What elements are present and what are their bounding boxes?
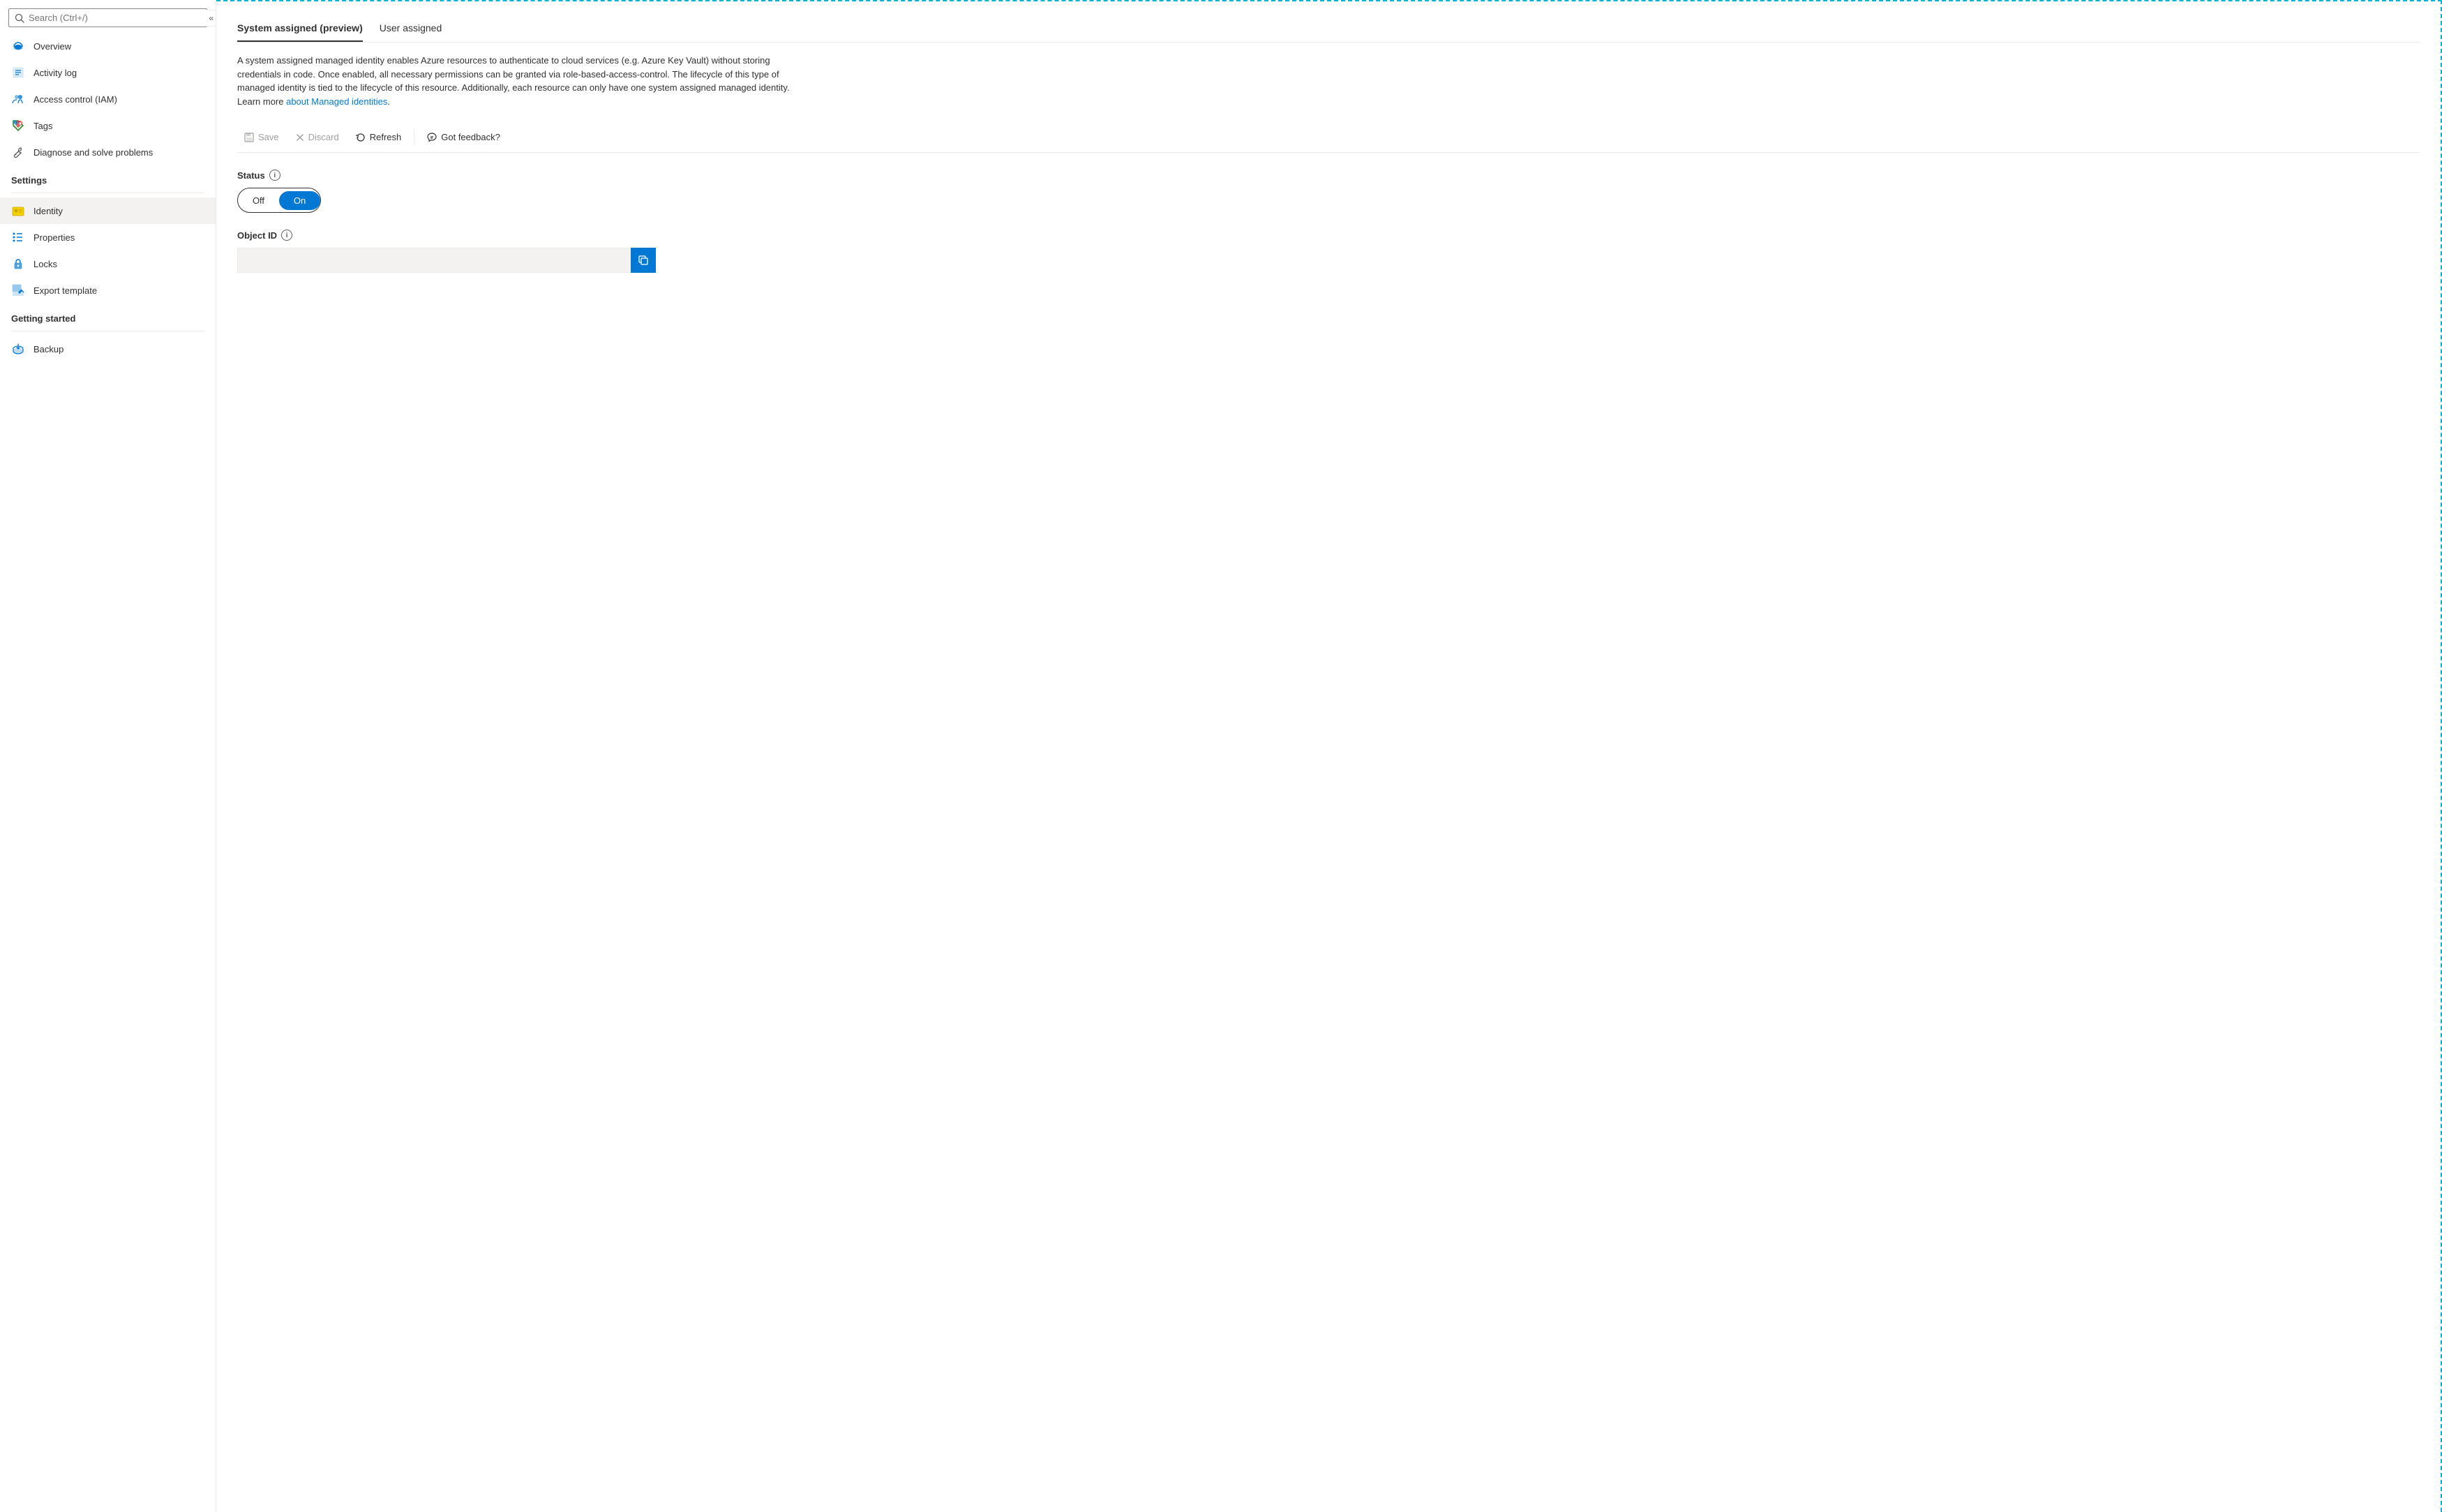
wrench-icon [11,145,25,159]
search-input[interactable] [29,13,201,23]
identity-icon [11,204,25,218]
discard-button[interactable]: Discard [289,128,346,147]
discard-icon [296,133,304,142]
main-content: System assigned (preview) User assigned … [216,0,2442,1512]
object-id-input[interactable] [237,248,631,273]
refresh-button[interactable]: Refresh [349,128,409,147]
feedback-label: Got feedback? [441,132,500,142]
feedback-icon [427,133,437,142]
tab-user-assigned[interactable]: User assigned [380,15,442,42]
properties-icon [11,230,25,244]
object-id-info-icon[interactable]: i [281,230,292,241]
toolbar: Save Discard Refresh [237,122,2420,153]
copy-icon [638,255,649,266]
object-id-section: Object ID i [237,230,2420,273]
sidebar-item-overview[interactable]: Overview [0,33,216,59]
toggle-off-option[interactable]: Off [238,191,279,210]
refresh-icon [356,133,366,142]
collapse-sidebar-button[interactable]: « [207,10,216,27]
tab-system-assigned[interactable]: System assigned (preview) [237,15,363,42]
feedback-button[interactable]: Got feedback? [420,128,507,147]
discard-label: Discard [308,132,339,142]
tags-icon [11,119,25,133]
sidebar-label-backup: Backup [33,344,63,354]
getting-started-section-header: Getting started [0,304,216,328]
log-icon [11,66,25,80]
copy-object-id-button[interactable] [631,248,656,273]
save-label: Save [258,132,279,142]
sidebar-label-locks: Locks [33,259,57,269]
sidebar-label-access-control: Access control (IAM) [33,94,117,105]
settings-section-header: Settings [0,165,216,190]
sidebar-item-properties[interactable]: Properties [0,224,216,250]
backup-icon [11,342,25,356]
save-button[interactable]: Save [237,128,286,147]
sidebar-scroll: Overview Activity log [0,33,216,1512]
sidebar-item-backup[interactable]: Backup [0,336,216,362]
sidebar-label-tags: Tags [33,121,52,131]
page-inner: System assigned (preview) User assigned … [216,1,2441,287]
sidebar-item-locks[interactable]: Locks [0,250,216,277]
toggle-container: Off On [237,188,2420,213]
cloud-icon [11,39,25,53]
sidebar-item-identity[interactable]: Identity [0,197,216,224]
status-field-label: Status i [237,170,2420,181]
export-icon [11,283,25,297]
status-info-icon[interactable]: i [269,170,280,181]
search-bar[interactable] [8,8,207,27]
refresh-label: Refresh [370,132,402,142]
status-toggle[interactable]: Off On [237,188,321,213]
save-icon [244,133,254,142]
managed-identities-link[interactable]: about Managed identities [286,96,387,107]
object-id-field-label: Object ID i [237,230,2420,241]
description-text: A system assigned managed identity enabl… [237,54,809,108]
sidebar-label-identity: Identity [33,206,63,216]
locks-icon [11,257,25,271]
sidebar-item-access-control[interactable]: Access control (IAM) [0,86,216,112]
sidebar-item-export-template[interactable]: Export template [0,277,216,304]
iam-icon [11,92,25,106]
sidebar-item-activity-log[interactable]: Activity log [0,59,216,86]
object-id-row [237,248,656,273]
sidebar-label-activity-log: Activity log [33,68,77,78]
toggle-on-option[interactable]: On [279,191,320,210]
search-icon [15,13,24,23]
sidebar: « Overview Activ [0,0,216,1512]
sidebar-label-overview: Overview [33,41,71,52]
sidebar-label-export-template: Export template [33,285,97,296]
sidebar-item-diagnose[interactable]: Diagnose and solve problems [0,139,216,165]
sidebar-item-tags[interactable]: Tags [0,112,216,139]
sidebar-label-properties: Properties [33,232,75,243]
tabs-container: System assigned (preview) User assigned [237,15,2420,43]
sidebar-label-diagnose: Diagnose and solve problems [33,147,153,158]
